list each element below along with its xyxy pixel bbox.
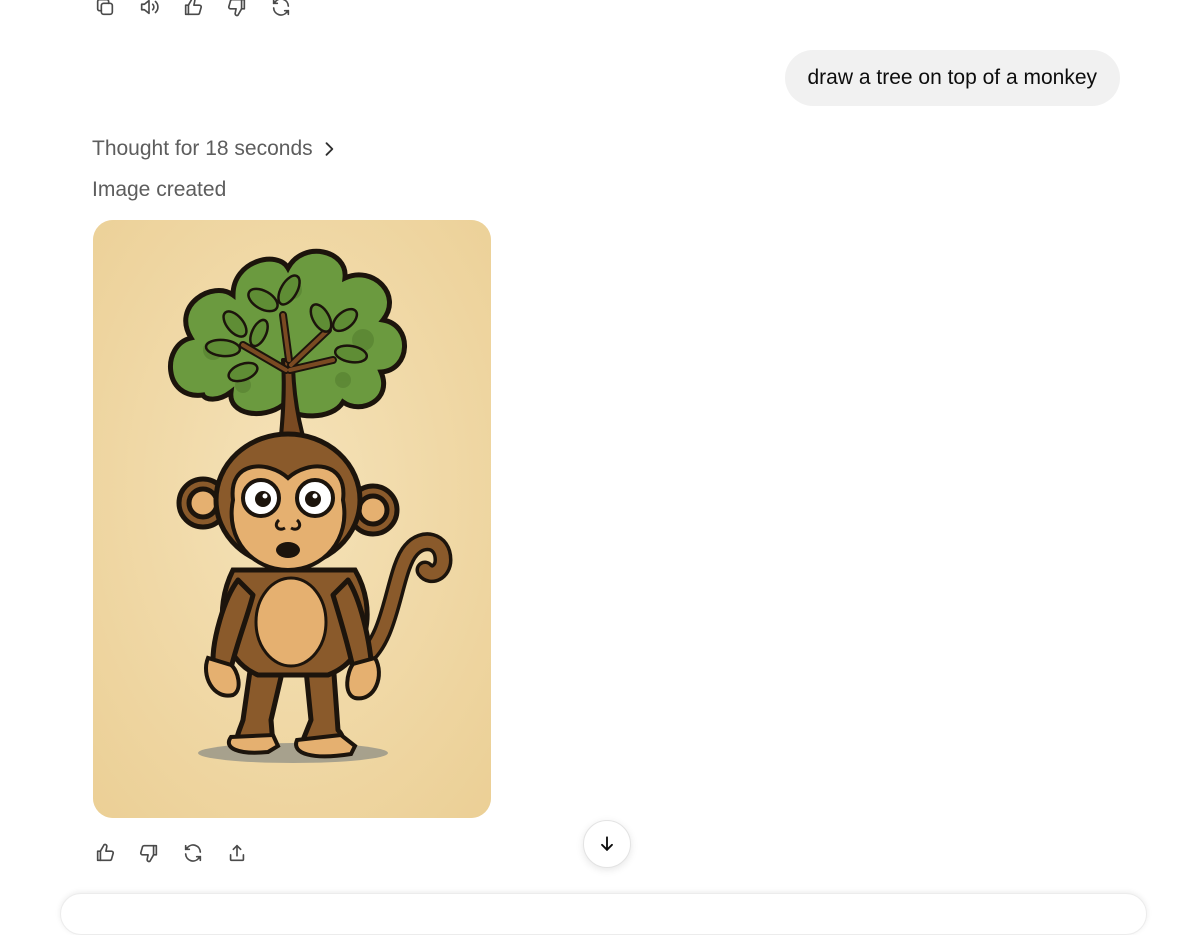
image-status-label: Image created (92, 178, 227, 201)
thumbs-down-icon[interactable] (136, 840, 162, 866)
response-actions (92, 840, 250, 866)
read-aloud-icon[interactable] (136, 0, 162, 20)
share-icon[interactable] (224, 840, 250, 866)
scroll-to-bottom-button[interactable] (583, 820, 631, 868)
thought-label: Thought for 18 seconds (92, 137, 313, 160)
thumbs-up-icon[interactable] (92, 840, 118, 866)
regenerate-icon[interactable] (268, 0, 294, 20)
arrow-down-icon (601, 836, 613, 851)
thumbs-up-icon[interactable] (180, 0, 206, 20)
chevron-right-icon (325, 142, 333, 156)
regenerate-icon[interactable] (180, 840, 206, 866)
copy-icon[interactable] (92, 0, 118, 20)
generated-image[interactable] (93, 220, 491, 818)
thumbs-down-icon[interactable] (224, 0, 250, 20)
previous-message-actions (92, 0, 294, 20)
user-message-text: draw a tree on top of a monkey (807, 66, 1098, 89)
thought-toggle[interactable]: Thought for 18 seconds (92, 137, 339, 161)
monkey-tree-illustration (93, 220, 491, 818)
message-composer[interactable] (60, 893, 1147, 935)
user-message-bubble: draw a tree on top of a monkey (784, 50, 1120, 106)
